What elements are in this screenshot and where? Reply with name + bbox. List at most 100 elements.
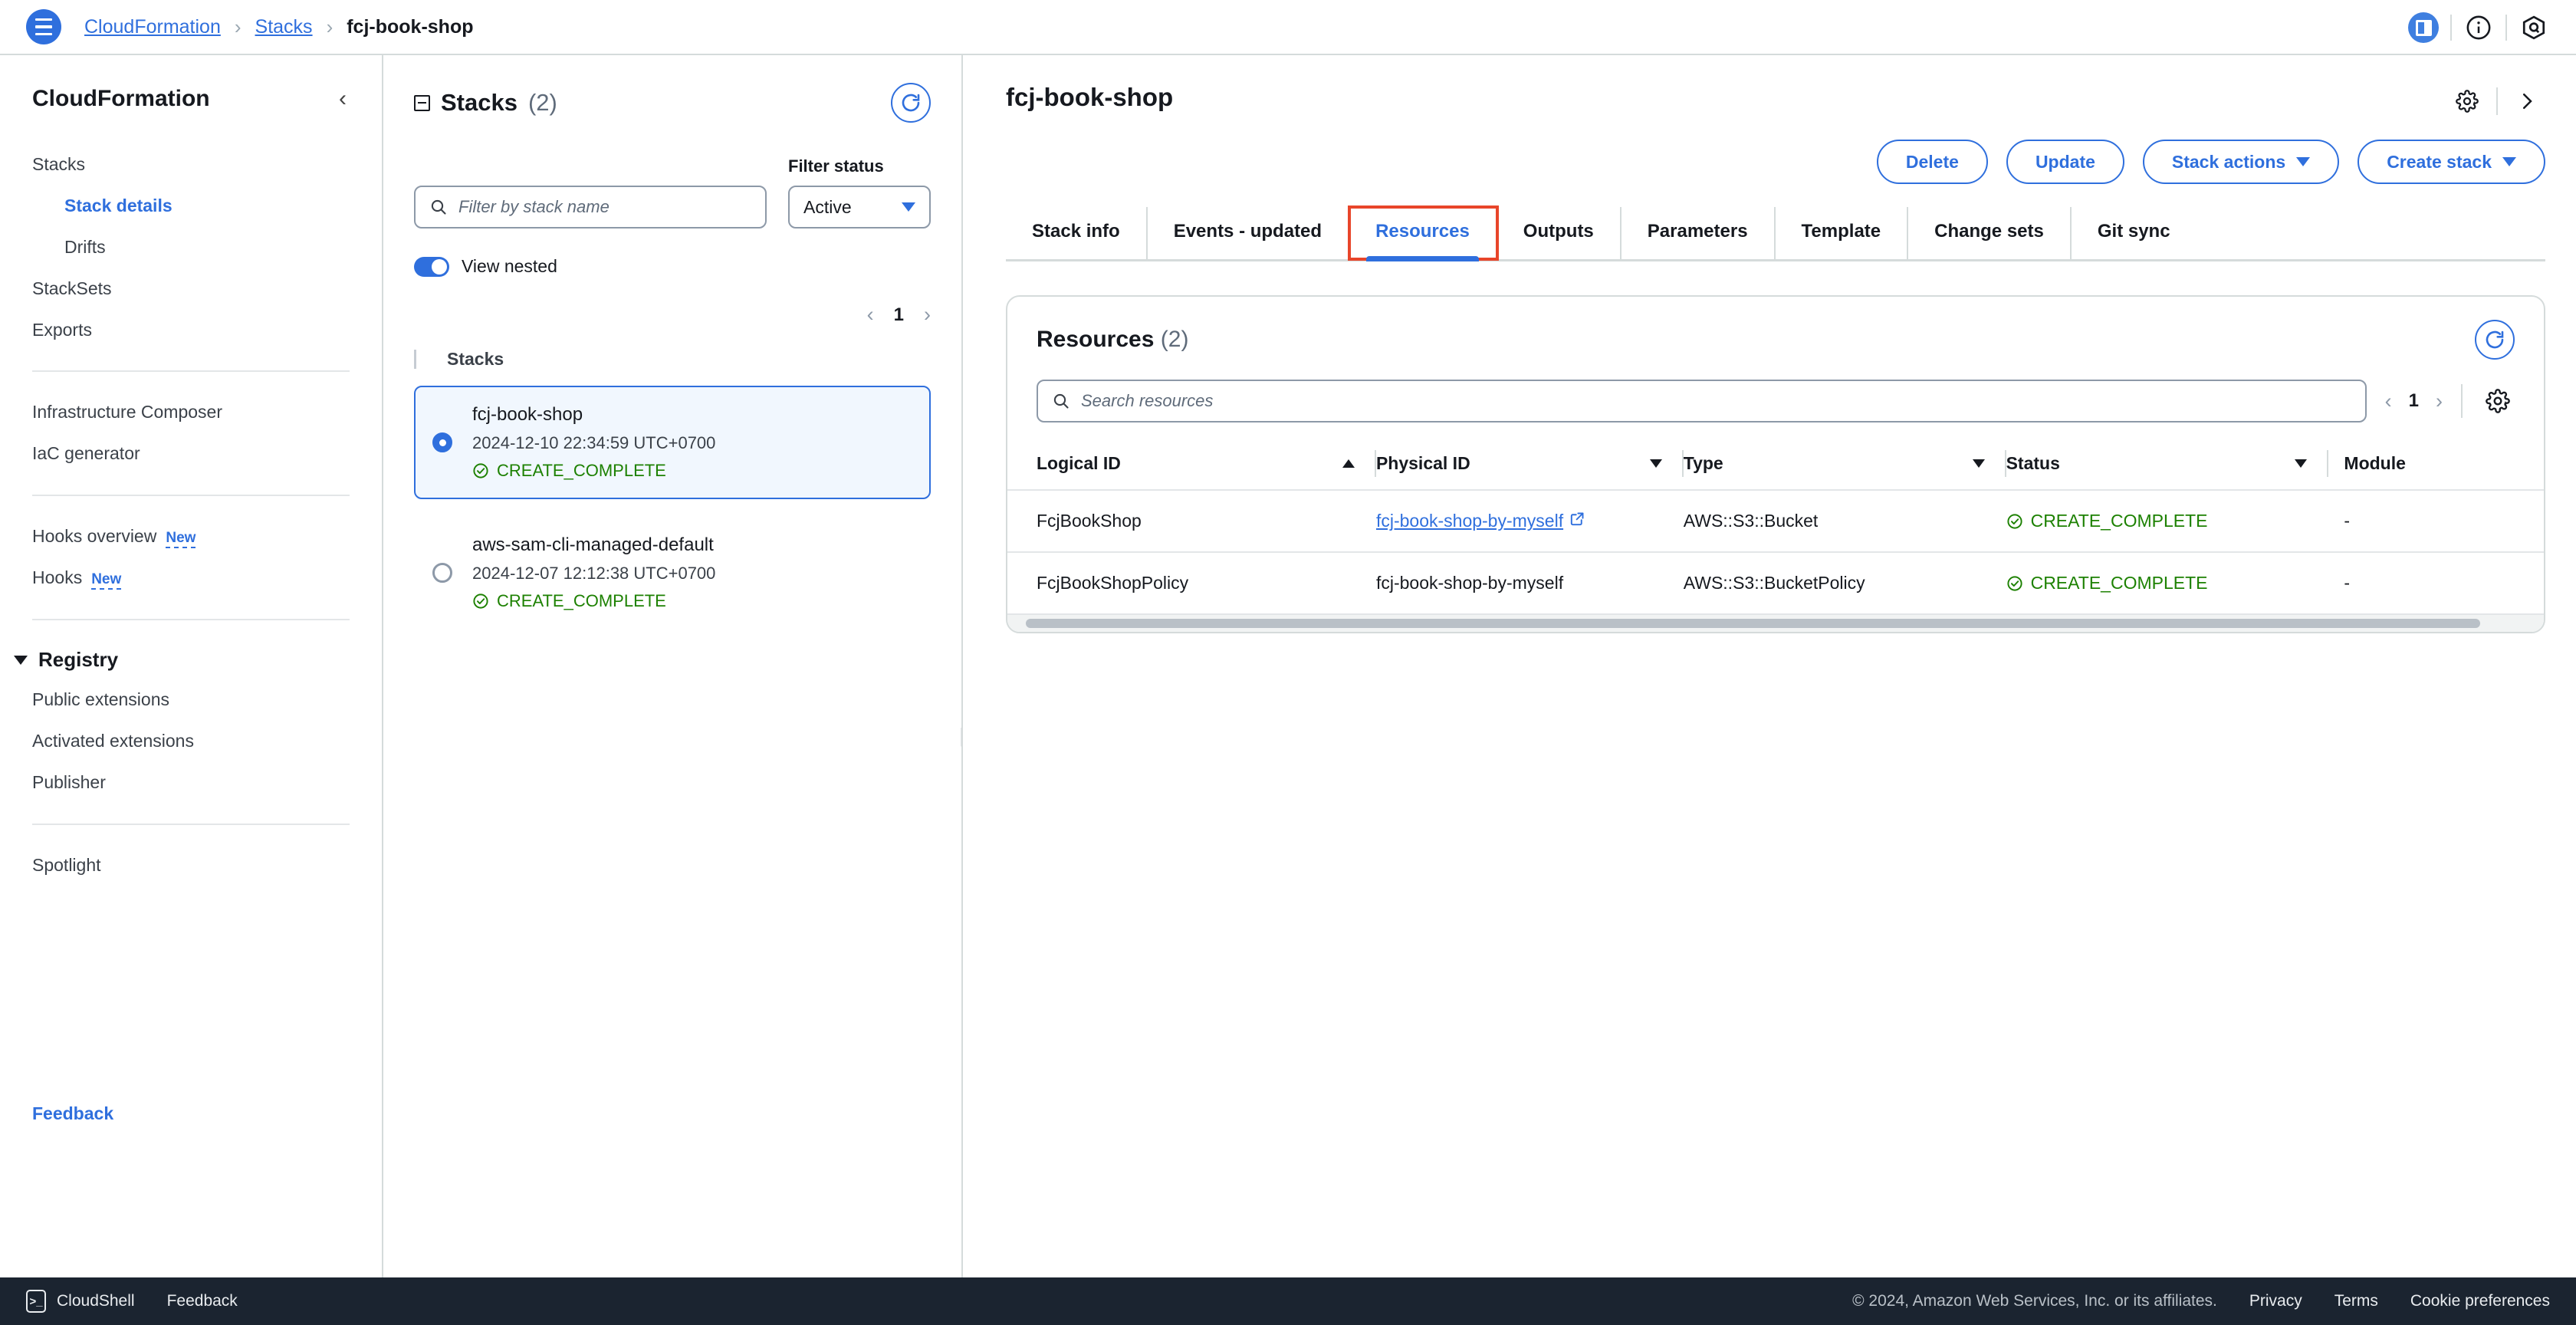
sidebar-item-hooks-overview[interactable]: Hooks overview New	[0, 516, 382, 557]
stacks-list-panel: Stacks (2) Filter by stack name Filter s…	[383, 55, 963, 1277]
column-label: Logical ID	[1037, 453, 1121, 473]
view-nested-toggle[interactable]	[414, 256, 449, 277]
resources-prev-page-icon[interactable]: ‹	[2385, 390, 2392, 413]
sidebar-divider	[32, 619, 350, 621]
sidebar-item-exports[interactable]: Exports	[0, 310, 382, 351]
resources-title: Resources (2)	[1037, 327, 1188, 353]
stacks-count: (2)	[527, 89, 557, 116]
main-header: fcj-book-shop	[1006, 83, 2545, 120]
breadcrumb-cloudformation[interactable]: CloudFormation	[84, 16, 221, 38]
sidebar-item-public-extensions[interactable]: Public extensions	[0, 679, 382, 721]
filter-status-select[interactable]: Active	[788, 186, 931, 229]
external-link-icon[interactable]	[1569, 511, 1585, 531]
tab-events[interactable]: Events - updated	[1148, 207, 1350, 259]
stacks-prev-page-icon[interactable]: ‹	[867, 303, 874, 327]
resources-next-page-icon[interactable]: ›	[2436, 390, 2443, 413]
footer-terms-link[interactable]: Terms	[2334, 1292, 2378, 1310]
cell-module: -	[2328, 490, 2544, 553]
collapse-all-icon[interactable]	[414, 94, 430, 111]
sidebar-item-iac-generator[interactable]: IaC generator	[0, 433, 382, 475]
tab-template[interactable]: Template	[1776, 207, 1909, 259]
update-button[interactable]: Update	[2006, 140, 2124, 184]
tab-git-sync[interactable]: Git sync	[2072, 207, 2196, 259]
refresh-icon[interactable]	[891, 83, 931, 123]
sidebar-item-stacksets[interactable]: StackSets	[0, 268, 382, 310]
sidebar-item-activated-extensions[interactable]: Activated extensions	[0, 721, 382, 762]
sidebar-group-registry[interactable]: Registry	[0, 640, 382, 679]
footer-feedback-link[interactable]: Feedback	[167, 1292, 238, 1310]
stack-radio-selected[interactable]	[432, 432, 452, 453]
status-badge: CREATE_COMPLETE	[2006, 573, 2308, 593]
stack-created-date: 2024-12-10 22:34:59 UTC+0700	[472, 433, 716, 453]
topbar-actions	[2401, 0, 2556, 55]
sidebar-item-drifts[interactable]: Drifts	[0, 227, 382, 268]
physical-id-link[interactable]: fcj-book-shop-by-myself	[1376, 511, 1563, 531]
stack-item-content: fcj-book-shop 2024-12-10 22:34:59 UTC+07…	[472, 404, 715, 481]
gear-icon[interactable]	[2449, 83, 2486, 120]
stack-list-item[interactable]: fcj-book-shop 2024-12-10 22:34:59 UTC+07…	[414, 386, 931, 500]
stack-status-text: CREATE_COMPLETE	[497, 591, 666, 611]
column-header-status[interactable]: Status	[2006, 442, 2329, 491]
tab-parameters[interactable]: Parameters	[1622, 207, 1776, 259]
resources-page-number[interactable]: 1	[2409, 390, 2419, 412]
sidebar-collapse-icon[interactable]: ‹	[331, 83, 354, 115]
tab-change-sets[interactable]: Change sets	[1908, 207, 2072, 259]
stack-actions-button[interactable]: Stack actions	[2142, 140, 2340, 184]
sidebar-item-publisher[interactable]: Publisher	[0, 762, 382, 804]
sidebar-item-infrastructure-composer[interactable]: Infrastructure Composer	[0, 392, 382, 433]
column-header-logical-id[interactable]: Logical ID	[1007, 442, 1376, 491]
stacks-column-header: Stacks	[414, 349, 931, 370]
breadcrumb-stacks[interactable]: Stacks	[255, 16, 313, 38]
cloudshell-icon: >_	[26, 1290, 46, 1313]
tab-outputs[interactable]: Outputs	[1497, 207, 1622, 259]
create-stack-button[interactable]: Create stack	[2358, 140, 2545, 184]
sidebar-item-spotlight[interactable]: Spotlight	[0, 845, 382, 886]
resources-search-input[interactable]: Search resources	[1037, 380, 2367, 422]
console-panel-icon[interactable]	[2401, 5, 2446, 50]
stack-item-content: aws-sam-cli-managed-default 2024-12-07 1…	[472, 534, 715, 611]
footer-privacy-link[interactable]: Privacy	[2249, 1292, 2302, 1310]
hamburger-menu-icon[interactable]	[26, 9, 61, 44]
cell-type: AWS::S3::BucketPolicy	[1683, 552, 2006, 615]
stacks-next-page-icon[interactable]: ›	[924, 303, 931, 327]
sidebar-item-hooks[interactable]: Hooks New	[0, 557, 382, 599]
sidebar-group-label: Registry	[38, 648, 119, 672]
chevron-right-icon[interactable]	[2509, 83, 2545, 120]
column-header-type[interactable]: Type	[1683, 442, 2006, 491]
status-badge: CREATE_COMPLETE	[2006, 511, 2308, 531]
column-header-module[interactable]: Module	[2328, 442, 2544, 491]
page-title: fcj-book-shop	[1006, 83, 1174, 111]
resources-title-text: Resources	[1037, 327, 1155, 352]
tab-resources[interactable]: Resources	[1348, 205, 1499, 261]
column-header-physical-id[interactable]: Physical ID	[1375, 442, 1684, 491]
resources-settings-gear-icon[interactable]	[2481, 384, 2515, 418]
cloudshell-button[interactable]: >_ CloudShell	[26, 1290, 135, 1313]
aws-q-icon[interactable]	[2512, 5, 2556, 50]
resources-refresh-icon[interactable]	[2475, 320, 2515, 360]
sort-ascending-icon	[1342, 459, 1355, 468]
stack-name: aws-sam-cli-managed-default	[472, 534, 714, 556]
check-circle-icon	[2006, 575, 2022, 591]
breadcrumb-separator-icon: ›	[234, 15, 242, 38]
sidebar-feedback-link[interactable]: Feedback	[32, 1103, 113, 1124]
stack-name-filter-input[interactable]: Filter by stack name	[414, 186, 767, 229]
sidebar-item-stack-details[interactable]: Stack details	[0, 186, 382, 227]
info-icon[interactable]	[2456, 5, 2501, 50]
table-horizontal-scrollbar[interactable]	[1007, 615, 2544, 632]
stack-radio[interactable]	[432, 563, 452, 584]
create-stack-label: Create stack	[2387, 151, 2492, 172]
delete-button[interactable]: Delete	[1876, 140, 1988, 184]
cloudshell-label: CloudShell	[57, 1292, 135, 1310]
sort-icon	[1649, 459, 1662, 468]
footer-cookie-preferences-link[interactable]: Cookie preferences	[2410, 1292, 2550, 1310]
delete-button-label: Delete	[1905, 151, 1959, 172]
stack-action-buttons: Delete Update Stack actions Create stack	[1006, 140, 2545, 184]
sidebar-item-stacks[interactable]: Stacks	[0, 144, 382, 186]
stacks-page-number[interactable]: 1	[894, 304, 904, 326]
stack-list-item[interactable]: aws-sam-cli-managed-default 2024-12-07 1…	[414, 516, 931, 630]
resources-table: Logical ID Physical ID Type Status Modul…	[1007, 442, 2544, 615]
breadcrumb-current: fcj-book-shop	[347, 15, 474, 38]
resources-table-head: Logical ID Physical ID Type Status Modul…	[1007, 442, 2544, 491]
topbar-divider	[2450, 15, 2452, 41]
tab-stack-info[interactable]: Stack info	[1006, 207, 1148, 259]
